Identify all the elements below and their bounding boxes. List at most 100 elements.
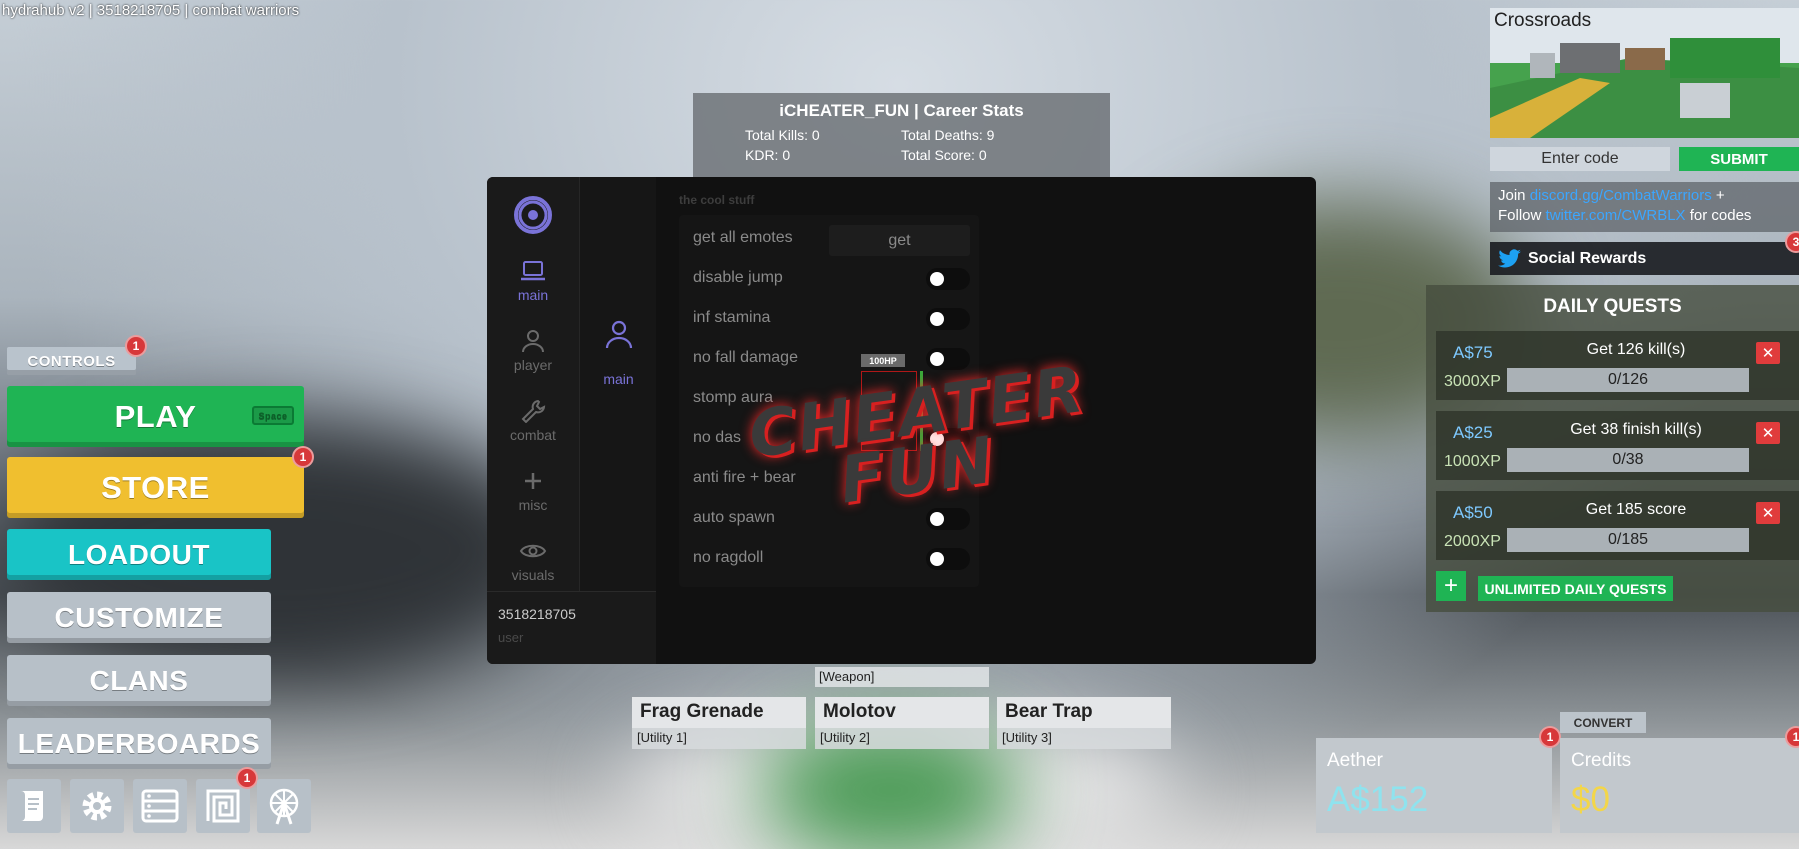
nav-visuals[interactable]: visuals [487,539,579,583]
subnav-main-label: main [603,371,634,387]
nav-combat[interactable]: combat [487,399,579,443]
ferris-wheel-icon[interactable] [257,779,311,833]
option-inf-stamina: inf stamina [693,309,771,326]
nav-combat-label: combat [510,427,556,443]
option-no-ragdoll: no ragdoll [693,549,764,566]
store-button[interactable]: STORE [7,457,304,518]
utility-slot-2[interactable]: Molotov [Utility 2] [815,697,989,749]
quest-task: Get 38 finish kill(s) [1570,421,1702,438]
utility-3-type: [Utility 3] [997,728,1171,749]
nav-main-label: main [517,287,549,303]
discord-link[interactable]: discord.gg/CombatWarriors [1530,187,1712,204]
add-quest-button[interactable]: + [1436,571,1466,601]
for-codes-label: for codes [1689,207,1752,224]
option-no-fall-damage: no fall damage [693,349,798,366]
scroll-icon[interactable] [7,779,61,833]
user-info: 3518218705 user [487,591,656,664]
user-id: 3518218705 [498,606,576,622]
cheat-nav-sidebar: main player combat misc visuals [487,177,579,591]
code-input[interactable]: Enter code [1490,147,1670,171]
follow-label: Follow [1498,207,1542,224]
credits-card: Credits $0 [1560,738,1799,833]
no-fall-damage-toggle[interactable] [926,348,970,370]
disable-jump-toggle[interactable] [926,268,970,290]
quest-progress: 0/38 [1507,448,1749,472]
aether-value: A$152 [1327,780,1429,819]
customize-button[interactable]: CUSTOMIZE [7,592,271,643]
utility-slot-3[interactable]: Bear Trap [Utility 3] [997,697,1171,749]
convert-button[interactable]: CONVERT [1560,712,1646,733]
store-badge: 1 [292,446,314,468]
nav-main[interactable]: main [487,259,579,303]
inf-stamina-toggle[interactable] [926,308,970,330]
user-role: user [498,630,524,645]
quest-task: Get 185 score [1585,501,1687,518]
nav-visuals-label: visuals [511,567,555,583]
aether-badge: 1 [1539,726,1561,748]
nav-player-label: player [513,357,553,373]
no-ragdoll-toggle[interactable] [926,548,970,570]
map-preview: Crossroads [1490,8,1799,138]
quest-card: A$25 1000XP Get 38 finish kill(s) 0/38 ✕ [1436,411,1799,480]
play-label: PLAY [114,398,197,434]
user-icon [522,330,544,353]
codes-info: Join discord.gg/CombatWarriors + Follow … [1490,182,1799,232]
quest-xp: 3000XP [1444,373,1501,390]
nav-player[interactable]: player [487,329,579,373]
credits-value: $0 [1571,780,1610,819]
get-emotes-button[interactable]: get [829,225,970,256]
career-title: iCHEATER_FUN | Career Stats [779,101,1024,120]
quest-card: A$75 3000XP Get 126 kill(s) 0/126 ✕ [1436,331,1799,400]
total-deaths: Total Deaths: 9 [901,127,995,143]
join-plus: + [1715,187,1725,204]
daily-quests-panel: DAILY QUESTS A$75 3000XP Get 126 kill(s)… [1426,285,1799,612]
space-key-hint: Space [252,406,294,425]
unlimited-daily-quests-button[interactable]: UNLIMITED DAILY QUESTS [1478,576,1673,601]
twitter-bird-icon [1498,249,1521,268]
kdr: KDR: 0 [745,147,791,163]
weapon-slot-tag: [Weapon] [815,667,989,687]
close-icon[interactable]: ✕ [1756,342,1780,364]
map-name: Crossroads [1494,10,1592,31]
utility-2-type: [Utility 2] [815,728,989,749]
controls-badge: 1 [125,335,147,357]
nav-misc[interactable]: misc [487,469,579,513]
close-icon[interactable]: ✕ [1756,422,1780,444]
daily-quests-title: DAILY QUESTS [1543,296,1682,317]
section-title: the cool stuff [679,193,755,207]
quest-xp: 1000XP [1444,453,1501,470]
join-label: Join [1498,187,1526,204]
utility-1-type: [Utility 1] [632,728,806,749]
utility-1-name: Frag Grenade [632,697,806,728]
twitter-link[interactable]: twitter.com/CWRBLX [1546,207,1686,224]
quest-reward: A$50 [1453,503,1493,522]
server-list-icon[interactable] [133,779,187,833]
utility-2-name: Molotov [815,697,989,728]
leaderboards-button[interactable]: LEADERBOARDS [7,718,271,769]
gear-icon[interactable] [70,779,124,833]
submit-code-button[interactable]: SUBMIT [1679,147,1799,171]
social-rewards-button[interactable]: Social Rewards [1490,242,1799,275]
total-kills: Total Kills: 0 [745,127,820,143]
aether-label: Aether [1327,750,1383,771]
close-icon[interactable]: ✕ [1756,502,1780,524]
utility-slot-1[interactable]: Frag Grenade [Utility 1] [632,697,806,749]
option-get-all-emotes: get all emotes [693,229,793,246]
option-no-dash: no das [693,429,742,446]
loadout-button[interactable]: LOADOUT [7,529,271,580]
controls-button[interactable]: CONTROLS [7,347,136,375]
subnav-main[interactable]: main [580,319,657,387]
clans-button[interactable]: CLANS [7,655,271,706]
quest-progress: 0/185 [1507,528,1749,552]
auto-spawn-toggle[interactable] [926,508,970,530]
utility-3-name: Bear Trap [997,697,1171,728]
career-stats-panel: iCHEATER_FUN | Career Stats Total Kills:… [693,93,1110,177]
play-button[interactable]: PLAY Space [7,386,304,447]
laptop-icon [521,261,545,281]
quest-reward: A$75 [1453,343,1493,362]
wrench-icon [521,399,546,423]
user-icon [605,320,632,349]
window-title: hydrahub v2 | 3518218705 | combat warrio… [2,2,300,19]
quest-xp: 2000XP [1444,533,1501,550]
eye-icon [519,544,547,558]
